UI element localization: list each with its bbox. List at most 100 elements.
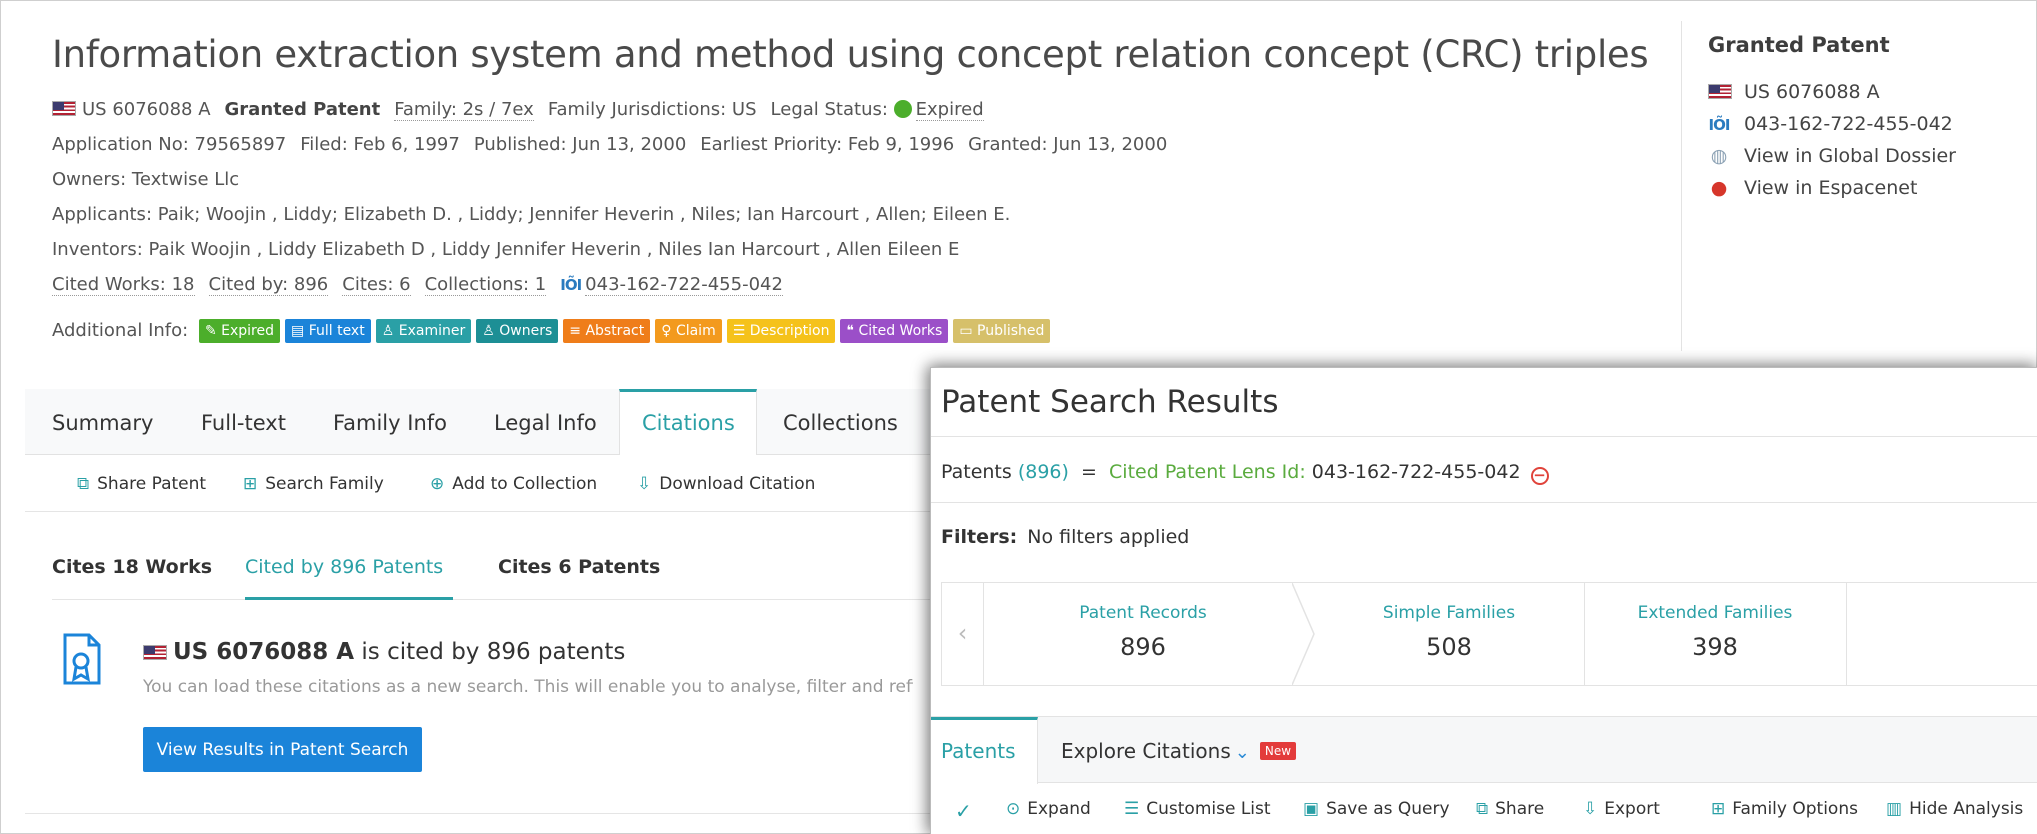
search-family-button[interactable]: ⊞ Search Family [243, 474, 384, 494]
divider [931, 436, 2037, 437]
download-citation-button[interactable]: ⇩ Download Citation [637, 474, 815, 494]
tab-summary[interactable]: Summary [52, 411, 153, 435]
stat-simple-families[interactable]: Simple Families 508 [1314, 583, 1584, 685]
chevron-divider-icon [1292, 583, 1315, 685]
legal-status-value[interactable]: Expired [915, 99, 984, 121]
lens-id-link[interactable]: 043-162-722-455-042 [585, 274, 783, 296]
tab-legal-info[interactable]: Legal Info [494, 411, 597, 435]
remove-query-icon[interactable]: − [1530, 467, 1549, 485]
filters-label: Filters: [941, 526, 1018, 548]
badge-examiner[interactable]: ♙ Examiner [375, 319, 472, 343]
export-icon: ⇩ [1583, 799, 1598, 819]
list-icon: ☰ [1124, 799, 1140, 819]
family-link[interactable]: Family: 2s / 7ex [394, 99, 534, 121]
stat-patent-records[interactable]: Patent Records 896 [984, 583, 1302, 685]
patent-meta-line-2: Application No: 79565897 Filed: Feb 6, 19… [52, 134, 1167, 155]
download-icon: ⇩ [637, 474, 652, 494]
chevron-left-icon[interactable]: ‹ [942, 583, 984, 685]
badge-cited-works[interactable]: ❝ Cited Works [840, 319, 949, 343]
query-field: Cited Patent Lens Id: [1109, 461, 1306, 483]
page-title: Information extraction system and method… [52, 33, 1649, 76]
badge-full-text[interactable]: ▤ Full text [285, 319, 371, 343]
section-divider [25, 813, 1025, 814]
badge-expired[interactable]: ✎ Expired [198, 319, 280, 343]
filed-date: Filed: Feb 6, 1997 [300, 134, 460, 155]
lens-id-icon: IÕI [1708, 116, 1731, 134]
customise-list-button[interactable]: ☰ Customise List [1124, 799, 1271, 819]
filters-row: Filters: No filters applied [941, 526, 1189, 548]
bar-chart-icon: ▥ [1886, 799, 1903, 819]
family-options-button[interactable]: ⊞ Family Options [1711, 799, 1858, 819]
tab-patents[interactable]: Patents [941, 739, 1016, 763]
patent-page: Information extraction system and method… [0, 0, 2037, 834]
tab-collections[interactable]: Collections [783, 411, 898, 435]
tab-full-text[interactable]: Full-text [201, 411, 286, 435]
filters-value: No filters applied [1027, 526, 1190, 548]
badge-description[interactable]: ☰ Description [726, 319, 836, 343]
results-title: Patent Search Results [941, 384, 1279, 420]
sidebar-global-dossier[interactable]: ◍ View in Global Dossier [1708, 145, 1956, 167]
hide-analysis-button[interactable]: ▥ Hide Analysis [1886, 799, 2023, 819]
share-patent-button[interactable]: ⧉ Share Patent [77, 474, 206, 494]
family-jurisdictions: Family Jurisdictions: US [547, 99, 757, 120]
add-to-collection-button[interactable]: ⊕ Add to Collection [430, 474, 597, 494]
subtab-divider [52, 599, 982, 600]
badge-owners[interactable]: ♙ Owners [476, 319, 559, 343]
family-tree-icon: ⊞ [243, 474, 258, 494]
share-icon: ⧉ [77, 474, 90, 494]
sidebar-lens-id[interactable]: IÕI 043-162-722-455-042 [1708, 113, 1953, 135]
legal-status-label: Legal Status: [770, 99, 888, 120]
select-check-icon[interactable]: ✓ [955, 799, 972, 823]
results-stats: ‹ Patent Records 896 Simple Families 508… [941, 582, 2037, 686]
patent-meta-line-1: US 6076088 A Granted Patent Family: 2s / 7… [52, 99, 984, 121]
cited-works-link[interactable]: Cited Works: 18 [52, 274, 195, 296]
badge-published[interactable]: ▭ Published [953, 319, 1051, 343]
tab-family-info[interactable]: Family Info [333, 411, 447, 435]
tab-explore-citations[interactable]: Explore Citations ⌄ New [1061, 739, 1297, 763]
sidebar-espacenet[interactable]: ● View in Espacenet [1708, 177, 1918, 199]
inventors[interactable]: Inventors: Paik Woojin , Liddy Elizabeth… [52, 239, 959, 260]
add-circle-icon: ⊕ [430, 474, 445, 494]
collections-link[interactable]: Collections: 1 [424, 274, 547, 296]
expand-button[interactable]: ⊙ Expand [1006, 799, 1091, 819]
patent-tabs: Summary Full-text Family Info Legal Info… [25, 389, 1025, 455]
export-button[interactable]: ⇩ Export [1583, 799, 1660, 819]
share-button[interactable]: ⧉ Share [1476, 799, 1544, 819]
citation-description: You can load these citations as a new se… [143, 677, 913, 697]
subtab-cites-patents[interactable]: Cites 6 Patents [498, 556, 660, 578]
family-tree-icon: ⊞ [1711, 799, 1726, 819]
owners[interactable]: Owners: Textwise Llc [52, 169, 239, 190]
query-equals: = [1081, 461, 1097, 483]
expand-icon: ⊙ [1006, 799, 1021, 819]
subtab-cites-works[interactable]: Cites 18 Works [52, 556, 212, 578]
subtab-cited-by[interactable]: Cited by 896 Patents [245, 556, 443, 578]
stat-extended-families[interactable]: Extended Families 398 [1585, 583, 1845, 685]
cites-link[interactable]: Cites: 6 [342, 274, 411, 296]
badge-claim[interactable]: ♀ Claim [655, 319, 722, 343]
espacenet-icon: ● [1710, 177, 1728, 199]
additional-info: Additional Info: ✎ Expired ▤ Full text ♙ E… [52, 319, 1051, 343]
chevron-down-icon: ⌄ [1234, 742, 1250, 763]
sidebar-patent-number[interactable]: US 6076088 A [1708, 81, 1880, 103]
badge-abstract[interactable]: ≡ Abstract [563, 319, 651, 343]
application-no: Application No: 79565897 [52, 134, 287, 155]
query-patents-label: Patents [941, 461, 1012, 483]
applicants[interactable]: Applicants: Paik; Woojin , Liddy; Elizab… [52, 204, 1010, 225]
view-results-button[interactable]: View Results in Patent Search [143, 727, 422, 772]
us-flag-icon [52, 101, 76, 116]
results-toolbar: ✓ ⊙ Expand ☰ Customise List ▣ Save as Query… [931, 783, 2037, 834]
lens-id-icon: IÕI [560, 276, 582, 294]
us-flag-icon [143, 645, 167, 660]
cited-by-link[interactable]: Cited by: 896 [208, 274, 329, 296]
additional-info-label: Additional Info: [52, 320, 189, 341]
patent-number: US 6076088 A [82, 99, 211, 120]
tab-citations[interactable]: Citations [642, 411, 735, 435]
published-date: Published: Jun 13, 2000 [473, 134, 687, 155]
patent-counts: Cited Works: 18 Cited by: 896 Cites: 6 Coll… [52, 274, 783, 296]
save-as-query-button[interactable]: ▣ Save as Query [1303, 799, 1450, 819]
new-badge: New [1259, 742, 1297, 760]
query-count: (896) [1017, 461, 1069, 483]
granted-date: Granted: Jun 13, 2000 [968, 134, 1168, 155]
citation-heading: US 6076088 A is cited by 896 patents [143, 639, 625, 665]
us-flag-icon [1708, 84, 1732, 99]
